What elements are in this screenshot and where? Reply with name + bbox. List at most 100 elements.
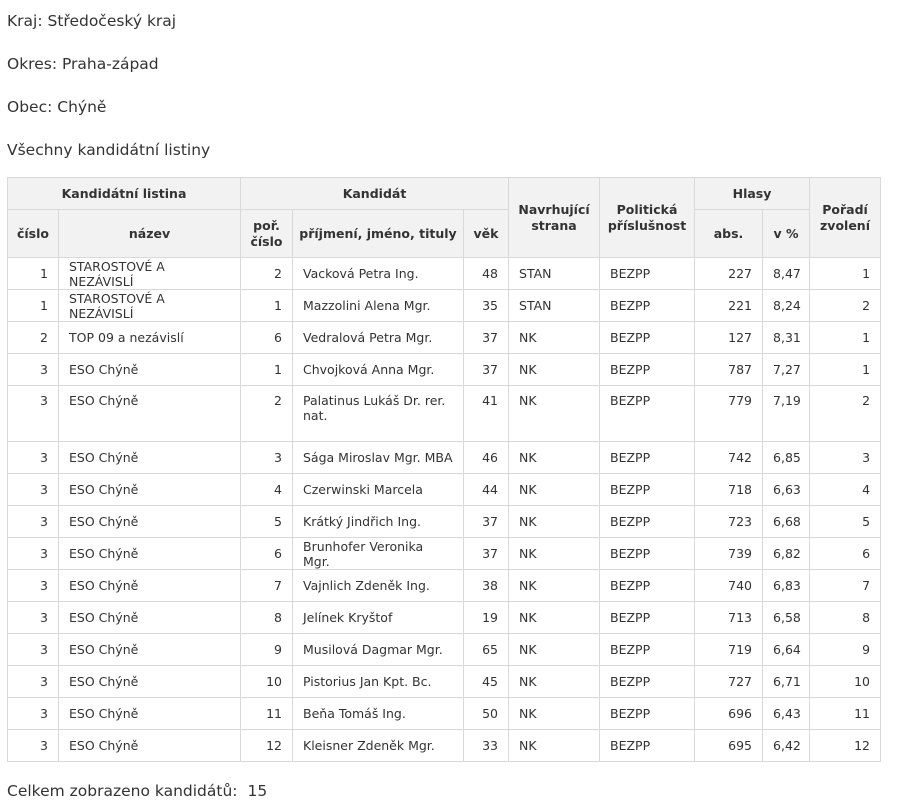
list-number-cell: 3 bbox=[7, 697, 59, 730]
political-affiliation-cell: BEZPP bbox=[599, 289, 696, 322]
votes-abs-cell: 727 bbox=[694, 665, 764, 698]
nominating-party-cell: NK bbox=[508, 385, 601, 442]
political-affiliation-cell: BEZPP bbox=[599, 569, 696, 602]
candidate-order-cell: 11 bbox=[240, 697, 293, 730]
nominating-party-cell: NK bbox=[508, 353, 601, 386]
political-affiliation-cell: BEZPP bbox=[599, 353, 696, 386]
political-affiliation-cell: BEZPP bbox=[599, 257, 696, 290]
age-header: věk bbox=[462, 209, 510, 258]
table-row: 3 ESO Chýně 11 Beňa Tomáš Ing. 50 NK BEZPP 696 6… bbox=[7, 697, 882, 730]
election-order-cell: 12 bbox=[809, 729, 882, 762]
candidate-name-cell: Palatinus Lukáš Dr. rer. nat. bbox=[292, 385, 464, 442]
list-name-cell: ESO Chýně bbox=[58, 633, 241, 666]
votes-pct-cell: 8,47 bbox=[762, 257, 811, 290]
candidate-name-cell: Czerwinski Marcela bbox=[292, 473, 464, 506]
list-number-cell: 3 bbox=[7, 473, 59, 506]
political-affiliation-cell: BEZPP bbox=[599, 505, 696, 538]
candidate-name-cell: Musilová Dagmar Mgr. bbox=[292, 633, 464, 666]
age-cell: 44 bbox=[462, 473, 510, 506]
candidate-name-cell: Sága Miroslav Mgr. MBA bbox=[292, 441, 464, 474]
candidate-order-cell: 6 bbox=[240, 537, 293, 570]
election-order-cell: 4 bbox=[809, 473, 882, 506]
list-number-cell: 3 bbox=[7, 505, 59, 538]
age-cell: 37 bbox=[462, 321, 510, 354]
election-order-cell: 2 bbox=[809, 289, 882, 322]
age-cell: 50 bbox=[462, 697, 510, 730]
candidates-table: Kandidátní listina Kandidát Navrhující s… bbox=[7, 177, 882, 762]
age-cell: 65 bbox=[462, 633, 510, 666]
votes-pct-cell: 6,68 bbox=[762, 505, 811, 538]
votes-pct-cell: 6,64 bbox=[762, 633, 811, 666]
candidate-order-cell: 7 bbox=[240, 569, 293, 602]
age-cell: 19 bbox=[462, 601, 510, 634]
candidate-order-cell: 1 bbox=[240, 353, 293, 386]
votes-pct-header: v % bbox=[762, 209, 811, 258]
nominating-party-cell: NK bbox=[508, 505, 601, 538]
votes-pct-cell: 7,27 bbox=[762, 353, 811, 386]
nominating-party-cell: STAN bbox=[508, 289, 601, 322]
political-affiliation-cell: BEZPP bbox=[599, 697, 696, 730]
political-affiliation-cell: BEZPP bbox=[599, 665, 696, 698]
votes-abs-cell: 742 bbox=[694, 441, 764, 474]
votes-abs-cell: 713 bbox=[694, 601, 764, 634]
votes-abs-cell: 227 bbox=[694, 257, 764, 290]
list-number-cell: 3 bbox=[7, 569, 59, 602]
candidate-order-cell: 1 bbox=[240, 289, 293, 322]
table-row: 3 ESO Chýně 1 Chvojková Anna Mgr. 37 NK BEZPP 7… bbox=[7, 353, 882, 386]
table-row: 3 ESO Chýně 4 Czerwinski Marcela 44 NK BEZPP 71… bbox=[7, 473, 882, 506]
candidate-name-cell: Brunhofer Veronika Mgr. bbox=[292, 537, 464, 570]
list-number-cell: 1 bbox=[7, 289, 59, 322]
political-affiliation-cell: BEZPP bbox=[599, 321, 696, 354]
candidate-order-cell: 2 bbox=[240, 385, 293, 442]
total-candidates-count: 15 bbox=[247, 782, 268, 800]
election-order-cell: 6 bbox=[809, 537, 882, 570]
votes-pct-cell: 6,43 bbox=[762, 697, 811, 730]
votes-abs-cell: 787 bbox=[694, 353, 764, 386]
nominating-party-cell: NK bbox=[508, 665, 601, 698]
list-number-cell: 3 bbox=[7, 665, 59, 698]
votes-abs-cell: 221 bbox=[694, 289, 764, 322]
list-name-cell: ESO Chýně bbox=[58, 441, 241, 474]
votes-abs-cell: 719 bbox=[694, 633, 764, 666]
election-order-cell: 11 bbox=[809, 697, 882, 730]
candidate-order-cell: 10 bbox=[240, 665, 293, 698]
candidate-name-cell: Pistorius Jan Kpt. Bc. bbox=[292, 665, 464, 698]
table-row: 1 STAROSTOVÉ A NEZÁVISLÍ 1 Mazzolini Alena … bbox=[7, 289, 882, 322]
table-row: 3 ESO Chýně 6 Brunhofer Veronika Mgr. 37 NK BE… bbox=[7, 537, 882, 570]
list-name-cell: ESO Chýně bbox=[58, 505, 241, 538]
candidate-order-cell: 8 bbox=[240, 601, 293, 634]
list-name-cell: STAROSTOVÉ A NEZÁVISLÍ bbox=[58, 289, 241, 322]
political-affiliation-cell: BEZPP bbox=[599, 473, 696, 506]
nominating-party-cell: NK bbox=[508, 633, 601, 666]
votes-abs-cell: 740 bbox=[694, 569, 764, 602]
political-affiliation-cell: BEZPP bbox=[599, 633, 696, 666]
list-name-cell: ESO Chýně bbox=[58, 537, 241, 570]
election-order-header: Pořadí zvolení bbox=[809, 177, 882, 258]
votes-pct-cell: 7,19 bbox=[762, 385, 811, 442]
candidate-order-cell: 3 bbox=[240, 441, 293, 474]
list-number-cell: 3 bbox=[7, 729, 59, 762]
list-number-header: číslo bbox=[7, 209, 59, 258]
age-cell: 38 bbox=[462, 569, 510, 602]
political-affiliation-header: Politická příslušnost bbox=[599, 177, 696, 258]
list-number-cell: 3 bbox=[7, 353, 59, 386]
votes-pct-cell: 6,85 bbox=[762, 441, 811, 474]
candidate-name-cell: Krátký Jindřich Ing. bbox=[292, 505, 464, 538]
table-row: 3 ESO Chýně 3 Sága Miroslav Mgr. MBA 46 NK BEZ… bbox=[7, 441, 882, 474]
table-row: 1 STAROSTOVÉ A NEZÁVISLÍ 2 Vacková Petra In… bbox=[7, 257, 882, 290]
nominating-party-cell: STAN bbox=[508, 257, 601, 290]
election-order-cell: 2 bbox=[809, 385, 882, 442]
candidate-group-header: Kandidát bbox=[239, 177, 510, 210]
all-lists-label: Všechny kandidátní listiny bbox=[7, 141, 211, 159]
election-order-cell: 8 bbox=[809, 601, 882, 634]
election-order-cell: 7 bbox=[809, 569, 882, 602]
age-cell: 46 bbox=[462, 441, 510, 474]
nominating-party-cell: NK bbox=[508, 601, 601, 634]
list-number-cell: 3 bbox=[7, 441, 59, 474]
votes-pct-cell: 6,83 bbox=[762, 569, 811, 602]
list-name-cell: ESO Chýně bbox=[58, 473, 241, 506]
votes-abs-cell: 739 bbox=[694, 537, 764, 570]
candidate-order-cell: 9 bbox=[240, 633, 293, 666]
list-name-cell: ESO Chýně bbox=[58, 665, 241, 698]
age-cell: 41 bbox=[462, 385, 510, 442]
